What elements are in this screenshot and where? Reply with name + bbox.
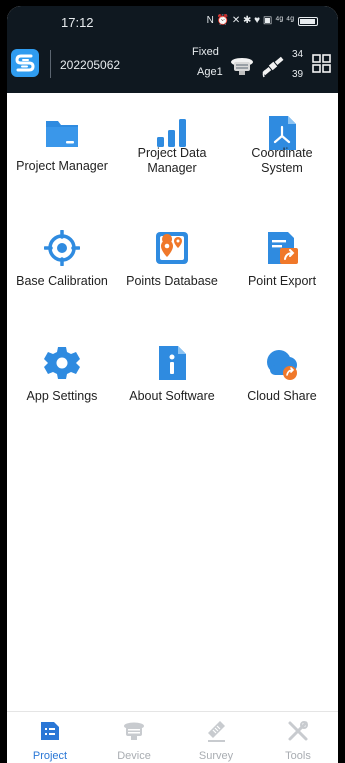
folder-icon (44, 115, 80, 151)
nav-tab-tools[interactable]: Tools (257, 712, 338, 763)
top-bar: 17:12 N ⏰ ✕ ✱ ♥ ▣ ⁴ᵍ ⁴ᵍ 202205062 Fixed … (7, 6, 338, 93)
target-icon (44, 230, 80, 266)
tile-label: Cloud Share (247, 389, 317, 403)
satellite-count-top: 34 (292, 49, 304, 60)
device-id[interactable]: 202205062 (60, 58, 120, 72)
status-time: 17:12 (61, 15, 94, 30)
cloud-share-tile[interactable]: Cloud Share (227, 323, 337, 428)
tile-label: Base Calibration (16, 274, 108, 288)
map-pins-icon (154, 230, 190, 266)
satellite-icon[interactable] (260, 53, 286, 79)
export-document-icon (264, 230, 300, 266)
app-logo-icon[interactable] (11, 49, 39, 77)
survey-icon (208, 721, 225, 742)
nav-tab-device[interactable]: Device (93, 712, 175, 763)
tile-label: About Software (129, 389, 215, 403)
points-database-tile[interactable]: Points Database (117, 208, 227, 313)
project-data-manager-tile[interactable]: Project Data Manager (117, 93, 227, 198)
tools-icon (288, 721, 308, 741)
age-status: Age1 (197, 66, 223, 78)
tile-label: Project Data Manager (137, 146, 207, 175)
tile-label: App Settings (26, 389, 98, 403)
status-indicators: N ⏰ ✕ ✱ ♥ ▣ ⁴ᵍ ⁴ᵍ (206, 15, 294, 26)
cloud-share-icon (264, 345, 300, 381)
about-software-tile[interactable]: About Software (117, 323, 227, 428)
nav-label: Tools (285, 750, 311, 762)
tile-label: Point Export (247, 274, 317, 288)
satellite-count-bottom: 39 (292, 69, 304, 80)
tile-label: Project Manager (16, 159, 108, 173)
point-export-tile[interactable]: Point Export (227, 208, 337, 313)
nav-label: Device (117, 750, 151, 762)
status-bar: 17:12 N ⏰ ✕ ✱ ♥ ▣ ⁴ᵍ ⁴ᵍ (7, 6, 338, 38)
app-settings-tile[interactable]: App Settings (7, 323, 117, 428)
bottom-navigation: Project Device Survey Tools (7, 711, 338, 763)
nav-tab-project[interactable]: Project (9, 712, 91, 763)
nav-tab-survey[interactable]: Survey (175, 712, 257, 763)
info-icon (154, 345, 190, 381)
fix-status: Fixed (192, 46, 219, 58)
tile-label: Points Database (126, 274, 218, 288)
app-screen: 17:12 N ⏰ ✕ ✱ ♥ ▣ ⁴ᵍ ⁴ᵍ 202205062 Fixed … (7, 6, 338, 763)
grid-menu-icon[interactable] (312, 54, 331, 73)
nav-label: Project (32, 750, 68, 762)
nav-label: Survey (198, 750, 234, 762)
project-icon (41, 722, 59, 740)
gear-icon (44, 345, 80, 381)
coordinate-system-tile[interactable]: Coordinate System (227, 93, 337, 198)
receiver-icon[interactable] (230, 54, 254, 78)
receiver-icon (124, 722, 144, 740)
tile-label: Coordinate System (251, 146, 313, 175)
header-divider (50, 50, 51, 78)
base-calibration-tile[interactable]: Base Calibration (7, 208, 117, 313)
project-manager-tile[interactable]: Project Manager (7, 93, 117, 198)
status-icons: N ⏰ ✕ ✱ ♥ ▣ ⁴ᵍ ⁴ᵍ (207, 14, 318, 28)
battery-icon (298, 16, 318, 26)
